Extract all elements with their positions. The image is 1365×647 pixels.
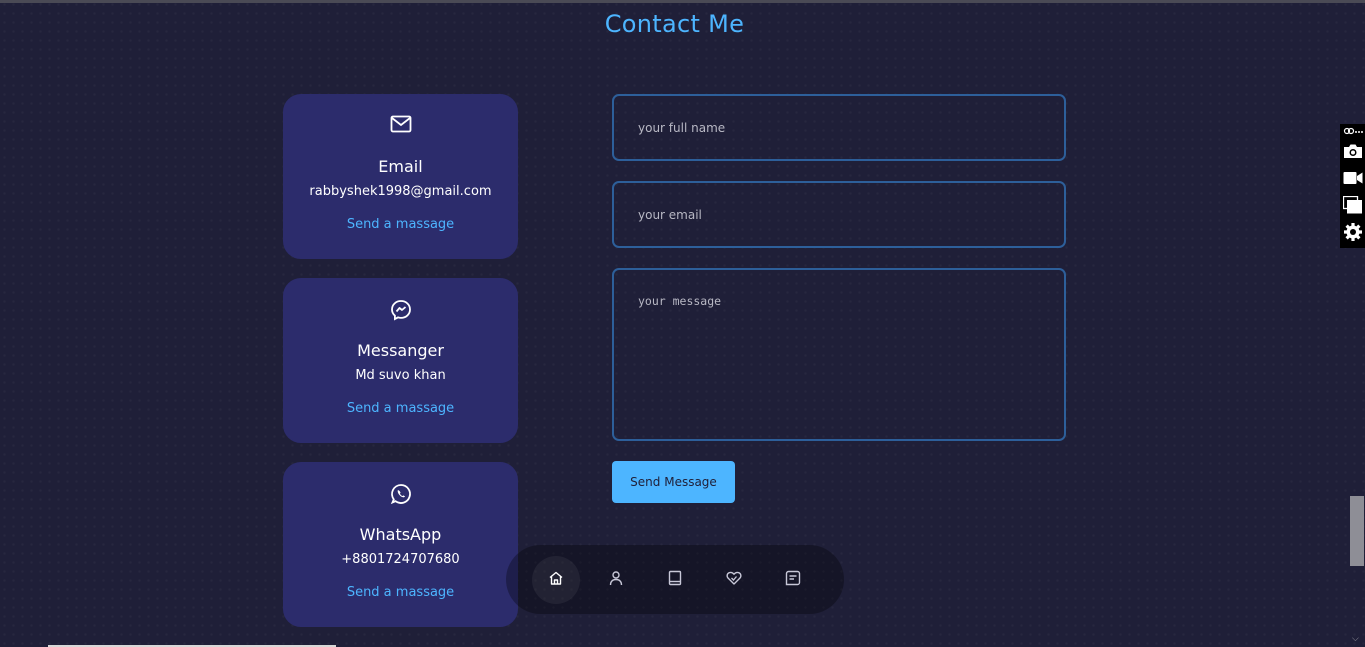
page-scrollbar[interactable]: ⌵: [1349, 0, 1365, 647]
scroll-down-arrow-icon[interactable]: ⌵: [1352, 634, 1359, 644]
message-icon: [785, 570, 801, 590]
scroll-thumb[interactable]: [1350, 496, 1364, 566]
send-message-link[interactable]: Send a massage: [284, 217, 517, 232]
contact-card-title: Email: [378, 157, 423, 176]
messenger-icon: [284, 299, 517, 321]
email-input[interactable]: [612, 181, 1066, 248]
home-icon: [548, 570, 564, 590]
contact-card-title: WhatsApp: [359, 525, 442, 544]
contact-card-value: rabbyshek1998@gmail.com: [309, 184, 492, 199]
send-message-button[interactable]: Send Message: [612, 461, 735, 503]
message-textarea[interactable]: [612, 268, 1066, 441]
nav-home[interactable]: [532, 556, 580, 604]
page-title: Contact Me: [604, 10, 745, 38]
contact-card-messenger: Messanger Md suvo khan Send a massage: [283, 278, 518, 443]
services-icon: [726, 570, 742, 590]
contact-card-value: Md suvo khan: [355, 368, 446, 383]
contact-card-whatsapp: WhatsApp +8801724707680 Send a massage: [283, 462, 518, 627]
user-icon: [608, 570, 624, 590]
mail-icon: [284, 115, 517, 137]
full-name-input[interactable]: [612, 94, 1066, 161]
send-message-link[interactable]: Send a massage: [284, 585, 517, 600]
contact-card-title: Messanger: [357, 341, 444, 360]
contact-card-email: Email rabbyshek1998@gmail.com Send a mas…: [283, 94, 518, 259]
book-icon: [667, 570, 683, 590]
contact-card-value: +8801724707680: [341, 552, 460, 567]
bottom-nav: [506, 545, 844, 614]
window-top-border: [0, 0, 1365, 3]
whatsapp-icon: [284, 483, 517, 505]
nav-about[interactable]: [592, 556, 640, 604]
send-message-link[interactable]: Send a massage: [284, 401, 517, 416]
nav-contact[interactable]: [769, 556, 817, 604]
nav-experience[interactable]: [651, 556, 699, 604]
nav-services[interactable]: [710, 556, 758, 604]
